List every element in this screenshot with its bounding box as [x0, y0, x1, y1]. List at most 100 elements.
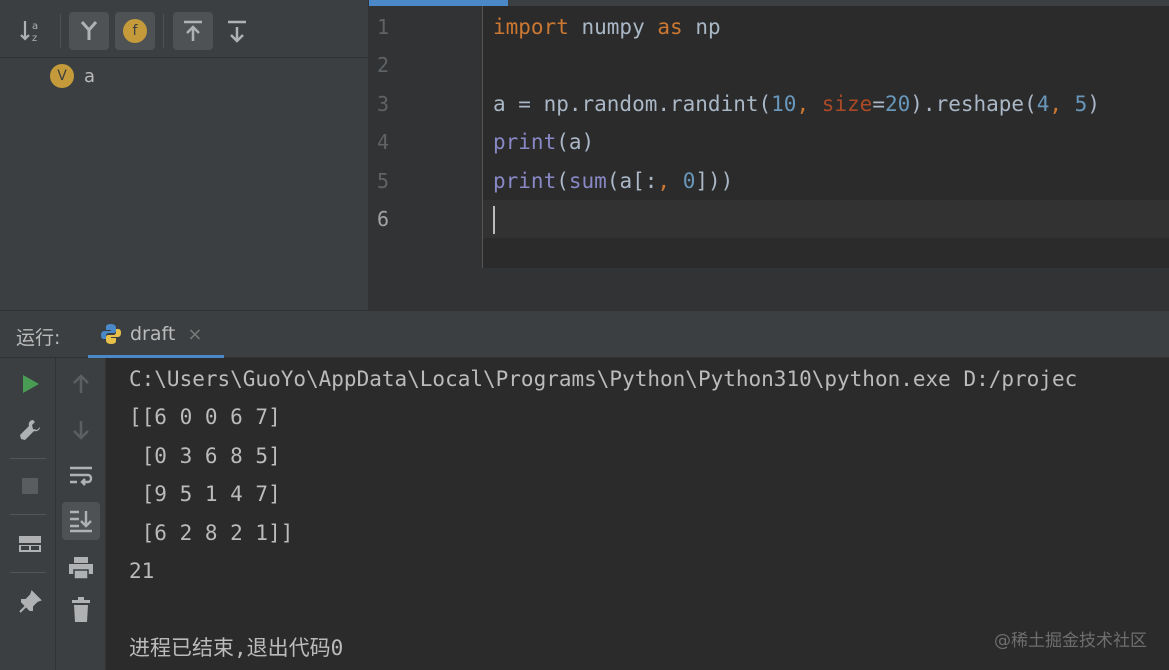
code-token: 5	[1074, 92, 1088, 116]
stop-button[interactable]	[12, 468, 48, 504]
code-token: (a[:	[606, 169, 658, 193]
toolbar-separator	[60, 14, 61, 48]
run-icon	[23, 375, 39, 393]
down-stack-button[interactable]	[63, 412, 99, 448]
current-line-highlight	[483, 200, 1169, 238]
trash-icon	[72, 597, 90, 622]
console-command-line: C:\Users\GuoYo\AppData\Local\Programs\Py…	[129, 367, 1078, 391]
code-token: )	[1087, 92, 1100, 116]
code-token: =	[872, 92, 885, 116]
toolbar-separator	[10, 458, 46, 459]
code-line[interactable]: print(sum(a[:, 0]))	[493, 162, 733, 200]
edit-configuration-button[interactable]	[12, 412, 48, 448]
code-token: ).reshape(	[910, 92, 1037, 116]
tab-close-icon[interactable]: ×	[187, 324, 202, 345]
code-token: a = np.random.randint(	[493, 92, 772, 116]
expand-all-button[interactable]	[173, 12, 213, 50]
print-icon	[69, 557, 93, 580]
console-output-line: 21	[129, 559, 155, 583]
text-caret	[493, 206, 495, 234]
scroll-to-end-icon	[70, 510, 92, 533]
run-toolbar-secondary	[56, 358, 106, 670]
wrench-icon	[20, 420, 40, 440]
svg-text:z: z	[32, 33, 37, 44]
code-line[interactable]: a = np.random.randint(10, size=20).resha…	[493, 85, 1100, 123]
editor-bottom-area	[369, 268, 1169, 310]
code-token: print	[493, 130, 557, 154]
line-number: 4	[377, 130, 390, 154]
code-line[interactable]: import numpy as np	[493, 8, 721, 46]
arrow-up-icon	[73, 374, 89, 393]
code-token: np	[682, 15, 721, 39]
show-inherited-icon	[80, 21, 98, 40]
tree-item-variable[interactable]: V a	[50, 64, 95, 88]
code-token: numpy	[568, 15, 658, 39]
toolbar-separator	[10, 514, 46, 515]
run-tab-draft[interactable]: draft ×	[88, 311, 224, 357]
line-number-gutter: 1 2 3 4 5 6	[369, 6, 483, 268]
toolbar-separator	[163, 14, 164, 48]
structure-panel: a z f V a	[0, 0, 369, 310]
sort-alpha-button[interactable]: a z	[12, 12, 52, 50]
code-token: as	[657, 15, 683, 39]
code-token: import	[493, 15, 569, 39]
print-button[interactable]	[63, 550, 99, 586]
code-token: 0	[682, 169, 696, 193]
console-output-line: [6 2 8 2 1]]	[129, 521, 294, 545]
layout-icon	[19, 536, 41, 552]
code-token: print	[493, 169, 557, 193]
code-token: size	[821, 92, 873, 116]
tree-item-label: a	[84, 65, 96, 87]
show-inherited-button[interactable]	[69, 12, 109, 50]
code-token: sum	[568, 169, 607, 193]
code-token: ,	[1049, 92, 1075, 116]
line-number: 1	[377, 15, 390, 39]
code-token: (a)	[556, 130, 595, 154]
rerun-button[interactable]	[12, 366, 48, 402]
console-output[interactable]: C:\Users\GuoYo\AppData\Local\Programs\Py…	[106, 358, 1169, 670]
code-token: (	[556, 169, 569, 193]
sort-alpha-icon: a z	[20, 21, 38, 44]
code-token: 4	[1036, 92, 1050, 116]
code-editor[interactable]: 1 2 3 4 5 6 import numpy as np a = np.ra…	[369, 0, 1169, 310]
run-panel-header: 运行: draft ×	[0, 310, 1169, 359]
field-icon: f	[123, 19, 147, 43]
line-number: 2	[377, 53, 390, 77]
pin-icon	[19, 590, 42, 613]
code-token: 20	[884, 92, 911, 116]
layout-button[interactable]	[12, 526, 48, 562]
console-output-line: [0 3 6 8 5]	[129, 444, 281, 468]
run-tab-label: draft	[130, 323, 176, 345]
line-number: 3	[377, 92, 390, 116]
up-stack-button[interactable]	[63, 366, 99, 402]
arrow-down-icon	[73, 421, 89, 440]
stop-icon	[22, 478, 38, 494]
svg-text:a: a	[32, 21, 38, 32]
python-icon	[101, 324, 121, 344]
soft-wrap-icon	[70, 466, 93, 486]
code-token: ]))	[695, 169, 734, 193]
console-output-line: [[6 0 0 6 7]	[129, 405, 281, 429]
collapse-all-button[interactable]	[217, 12, 257, 50]
line-number: 5	[377, 169, 390, 193]
show-fields-button[interactable]: f	[115, 12, 155, 50]
expand-all-icon	[184, 20, 202, 41]
clear-all-button[interactable]	[63, 592, 99, 628]
pin-tab-button[interactable]	[12, 584, 48, 620]
line-number-current: 6	[377, 207, 390, 231]
watermark: @稀土掘金技术社区	[994, 631, 1147, 651]
code-token: 10	[771, 92, 797, 116]
structure-toolbar: a z f	[0, 0, 369, 58]
run-toolbar-primary	[0, 358, 56, 670]
collapse-all-icon	[228, 20, 246, 43]
console-output-line: [9 5 1 4 7]	[129, 482, 281, 506]
scroll-to-end-button[interactable]	[62, 502, 100, 540]
code-line[interactable]: print(a)	[493, 123, 594, 161]
soft-wrap-button[interactable]	[63, 458, 99, 494]
toolbar-separator	[10, 572, 46, 573]
console-exit-message: 进程已结束,退出代码0	[129, 636, 344, 660]
variable-icon: V	[50, 64, 74, 88]
code-token: ,	[796, 92, 822, 116]
code-token: ,	[657, 169, 683, 193]
run-panel-title: 运行:	[16, 327, 61, 349]
